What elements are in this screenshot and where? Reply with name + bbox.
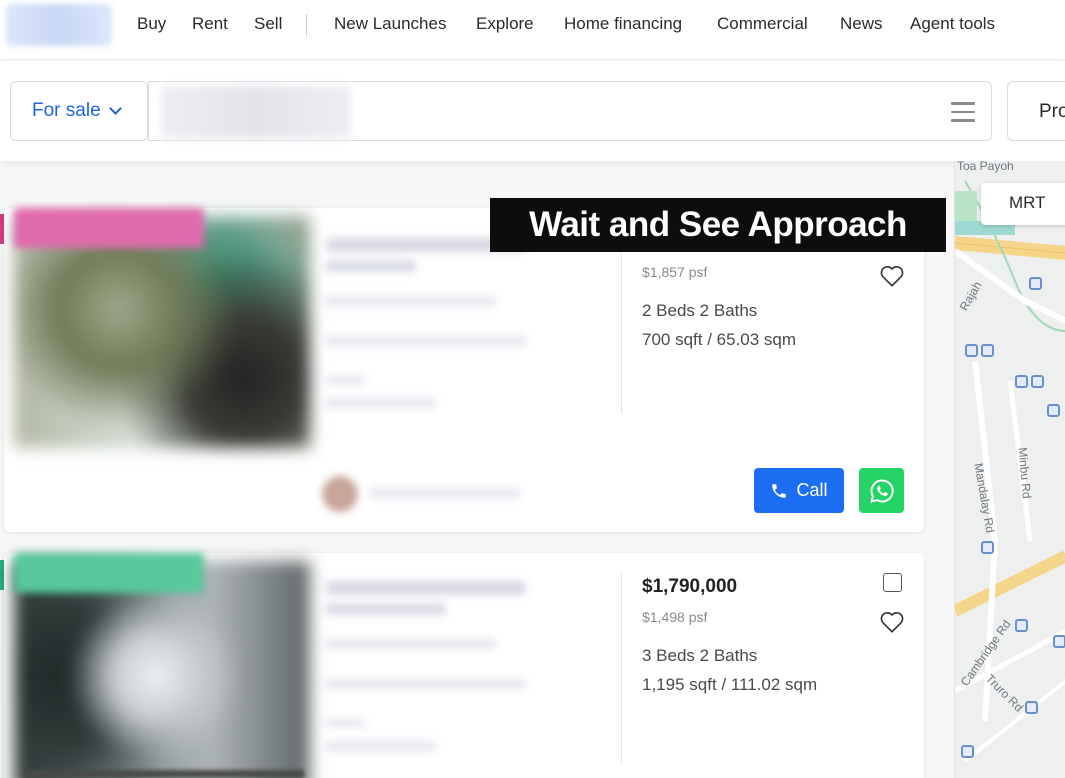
listing-card[interactable]: $1,790,000 $1,498 psf 3 Beds 2 Baths 1,1…	[4, 553, 924, 778]
listing-ribbon	[14, 553, 204, 593]
bus-stop-icon[interactable]	[961, 745, 974, 758]
menu-icon[interactable]	[951, 102, 975, 122]
search-query-blurred	[161, 86, 351, 138]
listing-ribbon	[14, 208, 204, 248]
listing-psf: $1,498 psf	[642, 609, 708, 625]
map-panel[interactable]: Toa Payoh Rajah Mandalay Rd Minbu Rd Cam…	[954, 161, 1065, 778]
nav-rent[interactable]: Rent	[192, 14, 228, 34]
pro-button[interactable]: Pro	[1007, 81, 1065, 141]
listing-type-dropdown[interactable]: For sale	[10, 81, 148, 141]
phone-icon	[772, 483, 787, 498]
listing-detail-blurred	[326, 398, 436, 408]
listing-beds-baths: 2 Beds 2 Baths	[642, 301, 758, 320]
listing-detail-blurred	[326, 336, 526, 346]
next-listing-photo-edge	[24, 770, 304, 778]
compare-checkbox[interactable]	[883, 573, 902, 592]
listing-title-blurred	[326, 260, 416, 272]
whatsapp-button[interactable]	[859, 468, 904, 513]
nav-home-financing[interactable]: Home financing	[564, 14, 682, 34]
bus-stop-icon[interactable]	[1031, 375, 1044, 388]
bus-stop-icon[interactable]	[981, 541, 994, 554]
listing-photo[interactable]	[14, 561, 310, 778]
bus-stop-icon[interactable]	[1053, 635, 1065, 648]
listing-beds-baths: 3 Beds 2 Baths	[642, 646, 758, 665]
listing-detail-blurred	[326, 719, 366, 727]
nav-explore[interactable]: Explore	[476, 14, 534, 34]
agent-avatar[interactable]	[322, 476, 358, 512]
chevron-down-icon	[108, 102, 122, 115]
nav-divider	[306, 14, 307, 36]
listing-title-blurred	[326, 603, 446, 615]
bus-stop-icon[interactable]	[1047, 404, 1060, 417]
listing-detail-blurred	[326, 741, 436, 751]
listing-detail-blurred	[326, 679, 526, 689]
whatsapp-icon	[869, 479, 894, 503]
call-button-label: Call	[796, 480, 828, 500]
listing-area: 1,195 sqft / 111.02 sqm	[642, 675, 818, 694]
listing-title-blurred	[326, 581, 526, 595]
listing-price: $1,790,000	[642, 576, 738, 597]
card-divider	[621, 573, 622, 763]
listing-detail-blurred	[326, 376, 366, 384]
top-navigation: Buy Rent Sell New Launches Explore Home …	[0, 0, 1065, 60]
bus-stop-icon[interactable]	[965, 344, 978, 357]
heart-icon[interactable]	[879, 264, 905, 288]
nav-news[interactable]: News	[840, 14, 883, 34]
nav-buy[interactable]: Buy	[137, 14, 166, 34]
listing-address-blurred	[326, 296, 496, 306]
nav-commercial[interactable]: Commercial	[717, 14, 808, 34]
bus-stop-icon[interactable]	[1015, 375, 1028, 388]
bus-stop-icon[interactable]	[1015, 619, 1028, 632]
card-divider	[621, 238, 622, 414]
agent-name-blurred	[370, 488, 520, 498]
caption-overlay: Wait and See Approach	[490, 198, 946, 252]
listing-psf: $1,857 psf	[642, 264, 708, 280]
search-input[interactable]	[148, 81, 992, 141]
bus-stop-icon[interactable]	[1029, 277, 1042, 290]
search-bar-row: For sale Pro	[0, 61, 1065, 161]
bus-stop-icon[interactable]	[1025, 701, 1038, 714]
call-button[interactable]: Call	[754, 468, 844, 513]
nav-agent-tools[interactable]: Agent tools	[910, 14, 995, 34]
nav-sell[interactable]: Sell	[254, 14, 282, 34]
listing-address-blurred	[326, 639, 496, 649]
listing-type-label: For sale	[32, 100, 101, 121]
listing-area: 700 sqft / 65.03 sqm	[642, 330, 797, 349]
bus-stop-icon[interactable]	[981, 344, 994, 357]
nav-new-launches[interactable]: New Launches	[334, 14, 446, 34]
map-label-toa-payoh: Toa Payoh	[957, 161, 1014, 173]
heart-icon[interactable]	[879, 610, 905, 634]
mrt-toggle-button[interactable]: MRT	[981, 183, 1065, 225]
listing-photo[interactable]	[14, 216, 310, 448]
site-logo[interactable]	[6, 4, 112, 46]
listing-card[interactable]: $1,857 psf 2 Beds 2 Baths 700 sqft / 65.…	[4, 208, 924, 532]
